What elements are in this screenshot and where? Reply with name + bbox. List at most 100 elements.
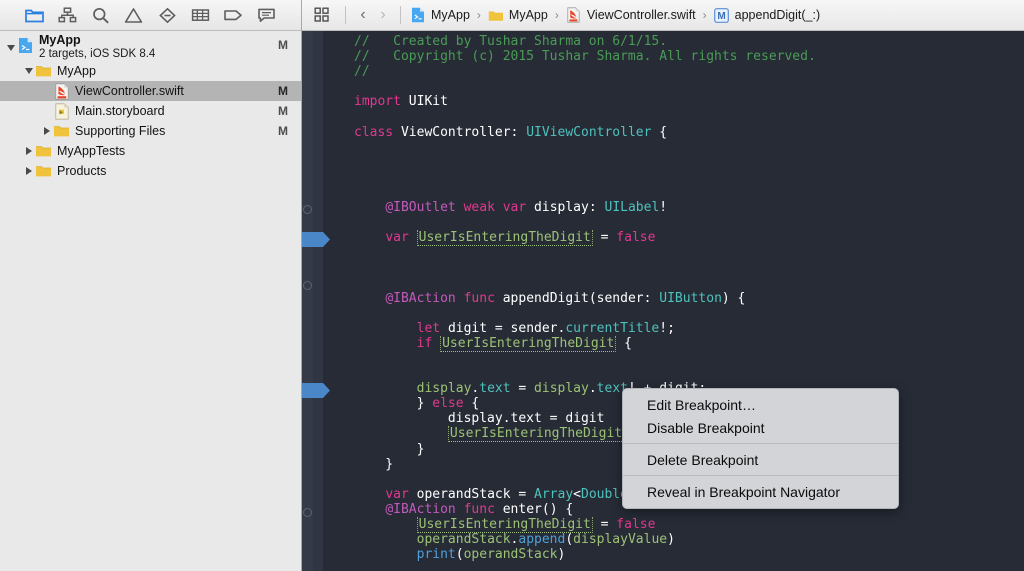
jump-bar: ‹ › MyApp › MyApp › ViewController.swift…	[302, 0, 1024, 31]
code-token: enter() {	[502, 501, 574, 517]
debug-navigator-tab[interactable]	[187, 4, 213, 26]
tree-row-main-storyboard[interactable]: Main.storyboard M	[0, 101, 301, 121]
project-navigator-tab[interactable]	[22, 4, 48, 26]
navigator-tab-bar	[0, 0, 301, 31]
code-token: (	[565, 532, 574, 548]
tree-row-title: ViewController.swift	[75, 84, 184, 98]
breakpoint-marker[interactable]	[302, 383, 331, 398]
back-button[interactable]: ‹	[353, 4, 373, 26]
code-token: false	[616, 517, 656, 532]
breakpoint-navigator-tab[interactable]	[220, 4, 246, 26]
code-line: // Created by Tushar Sharma on 6/1/15.	[323, 34, 1024, 49]
test-navigator-tab[interactable]	[154, 4, 180, 26]
code-token: @IBOutlet	[385, 200, 464, 216]
project-file-tree[interactable]: MyApp 2 targets, iOS SDK 8.4 M MyApp Vie…	[0, 31, 301, 571]
symbol-navigator-tab[interactable]	[55, 4, 81, 26]
tree-row-supporting-files[interactable]: Supporting Files M	[0, 121, 301, 141]
editor-gutter[interactable]	[302, 31, 313, 571]
code-line: // Copyright (c) 2015 Tushar Sharma. All…	[323, 49, 1024, 64]
context-menu-group-3: Reveal in Breakpoint Navigator	[623, 480, 898, 503]
code-token: text	[479, 381, 511, 397]
breadcrumb-file[interactable]: ViewController.swift	[564, 7, 698, 23]
code-token: Double	[581, 486, 628, 502]
code-token: operandStack =	[416, 486, 535, 502]
tree-row-viewcontroller-swift[interactable]: ViewController.swift M	[0, 81, 301, 101]
code-token: UIViewController	[526, 124, 652, 140]
code-token: class	[354, 124, 401, 140]
menu-disable-breakpoint[interactable]: Disable Breakpoint	[623, 416, 898, 439]
code-token: displayValue	[573, 532, 668, 548]
project-navigator-panel: MyApp 2 targets, iOS SDK 8.4 M MyApp Vie…	[0, 0, 302, 571]
code-token: }	[354, 456, 394, 472]
breakpoint-context-menu[interactable]: Edit Breakpoint… Disable Breakpoint Dele…	[622, 388, 899, 509]
xcode-window: MyApp 2 targets, iOS SDK 8.4 M MyApp Vie…	[0, 0, 1024, 571]
folder-yellow-icon	[35, 63, 52, 80]
disclosure-triangle-right[interactable]	[40, 121, 53, 141]
code-token: UserIsEnteringTheDigit	[416, 517, 593, 533]
breadcrumb-label: ViewController.swift	[586, 8, 696, 22]
status-badge: M	[278, 104, 288, 118]
code-token: {	[651, 124, 668, 140]
code-line: //	[323, 64, 1024, 79]
tree-row-project[interactable]: MyApp 2 targets, iOS SDK 8.4 M	[0, 32, 301, 61]
code-token: //	[354, 64, 370, 80]
code-token: ) {	[721, 290, 746, 306]
status-badge: M	[278, 84, 288, 98]
disclosure-triangle-down[interactable]	[22, 61, 35, 81]
code-token: UIKit	[408, 94, 448, 110]
code-token: @IBAction	[385, 501, 464, 517]
code-token: )	[667, 532, 675, 548]
tree-row-myapptests[interactable]: MyAppTests	[0, 141, 301, 161]
tree-row-group-myapp[interactable]: MyApp	[0, 61, 301, 81]
disclosure-triangle-right[interactable]	[22, 161, 35, 181]
status-badge: M	[278, 38, 288, 52]
code-token: display	[534, 381, 589, 397]
find-navigator-tab[interactable]	[88, 4, 114, 26]
fold-indicator[interactable]	[303, 281, 312, 290]
menu-reveal-in-breakpoint-navigator[interactable]: Reveal in Breakpoint Navigator	[623, 480, 898, 503]
breakpoint-marker[interactable]	[302, 232, 331, 247]
code-line: print(operandStack)	[323, 547, 1024, 562]
related-items-icon[interactable]	[310, 5, 334, 25]
code-token: operandStack	[463, 547, 558, 563]
breadcrumb-separator: ›	[554, 8, 559, 22]
code-token: func	[463, 290, 503, 306]
jump-bar-divider-2	[400, 6, 401, 24]
code-line: if UserIsEnteringTheDigit {	[323, 335, 1024, 352]
report-navigator-tab[interactable]	[253, 4, 279, 26]
breadcrumb-group[interactable]: MyApp	[486, 7, 550, 23]
menu-delete-breakpoint[interactable]: Delete Breakpoint	[623, 448, 898, 471]
context-menu-group-1: Edit Breakpoint… Disable Breakpoint	[623, 393, 898, 439]
disclosure-triangle-down[interactable]	[4, 38, 17, 58]
disclosure-triangle-right[interactable]	[22, 141, 35, 161]
folder-yellow-icon	[35, 163, 52, 180]
breadcrumb-symbol[interactable]: M appendDigit(_:)	[712, 7, 822, 23]
code-token: else	[432, 396, 464, 412]
menu-edit-breakpoint[interactable]: Edit Breakpoint…	[623, 393, 898, 416]
editor-area: ‹ › MyApp › MyApp › ViewController.swift…	[302, 0, 1024, 571]
folder-yellow-icon	[488, 7, 504, 23]
code-token: <	[573, 486, 581, 502]
tree-row-products[interactable]: Products	[0, 161, 301, 181]
issue-navigator-tab[interactable]	[121, 4, 147, 26]
code-token: false	[616, 230, 656, 246]
code-token: append	[518, 532, 566, 548]
code-token: appendDigit(sender:	[502, 290, 660, 306]
folder-yellow-icon	[35, 143, 52, 160]
code-token: UILabel	[604, 200, 660, 216]
breadcrumb-project[interactable]: MyApp	[408, 7, 472, 23]
fold-indicator[interactable]	[303, 205, 312, 214]
fold-indicator[interactable]	[303, 508, 312, 517]
storyboard-file-icon	[53, 102, 70, 120]
forward-button[interactable]: ›	[373, 4, 393, 26]
